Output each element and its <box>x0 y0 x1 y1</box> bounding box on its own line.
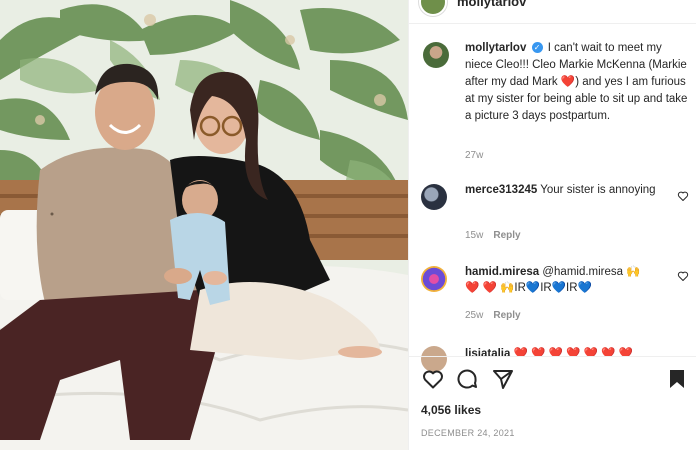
comment-username[interactable]: lisiatalia <box>465 348 510 356</box>
send-icon[interactable] <box>491 367 515 391</box>
caption-timestamp[interactable]: 27w <box>465 150 483 161</box>
likes-count[interactable]: 4,056 likes <box>421 403 481 417</box>
comment-icon[interactable] <box>455 367 479 391</box>
comment: lisiatalia ❤️ ❤️ ❤️ ❤️ ❤️ ❤️ ❤️ <box>465 346 671 356</box>
post-header: mollytarlov <box>409 0 696 24</box>
post-photo[interactable] <box>0 0 408 450</box>
family-photo-illustration <box>0 0 408 450</box>
emoji: 💙 <box>551 282 567 294</box>
bookmark-icon[interactable] <box>665 367 689 391</box>
post-details-panel: mollytarlov mollytarlov ✓ I can't wait t… <box>408 0 696 450</box>
comment-text: Your sister is annoying <box>540 184 656 196</box>
heart-emoji: ❤️ <box>560 76 576 88</box>
emoji: ❤️ <box>482 282 497 294</box>
comment-avatar[interactable] <box>421 184 447 210</box>
comment-text: ❤️ ❤️ ❤️ ❤️ ❤️ ❤️ ❤️ <box>513 348 633 356</box>
caption-avatar[interactable] <box>423 42 449 68</box>
post-date[interactable]: DECEMBER 24, 2021 <box>421 428 515 438</box>
post-caption: mollytarlov ✓ I can't wait to meet my ni… <box>465 40 691 125</box>
emoji: 💙 <box>577 282 592 294</box>
comment: hamid.miresa @hamid.miresa 🙌 ❤️ ❤️ 🙌IR💙I… <box>465 264 671 296</box>
emoji-flag-text: IR <box>514 282 526 294</box>
reply-button[interactable]: Reply <box>493 230 520 241</box>
comment-meta: 15w Reply <box>465 230 521 241</box>
heart-icon[interactable] <box>421 367 445 391</box>
action-bar: 4,056 likes DECEMBER 24, 2021 <box>409 356 696 450</box>
emoji: 🙌 <box>500 282 515 294</box>
comment-avatar[interactable] <box>421 266 447 292</box>
reply-button[interactable]: Reply <box>493 310 520 321</box>
verified-badge-icon: ✓ <box>531 42 543 54</box>
comment-username[interactable]: hamid.miresa <box>465 266 539 278</box>
comment-text: @hamid.miresa 🙌 <box>542 266 641 278</box>
header-avatar[interactable] <box>419 0 447 16</box>
emoji: 💙 <box>525 282 541 294</box>
emoji-flag-text: IR <box>540 282 552 294</box>
comment-timestamp[interactable]: 25w <box>465 310 483 321</box>
comment-timestamp[interactable]: 15w <box>465 230 483 241</box>
emoji: ❤️ <box>465 282 480 294</box>
caption-username[interactable]: mollytarlov <box>465 42 526 54</box>
comment-meta: 25w Reply <box>465 310 521 321</box>
header-username[interactable]: mollytarlov <box>457 0 526 9</box>
comment-username[interactable]: merce313245 <box>465 184 537 196</box>
emoji-flag-text: IR <box>566 282 578 294</box>
comment-like-heart-icon[interactable] <box>677 270 689 282</box>
comment-like-heart-icon[interactable] <box>677 190 689 202</box>
comment: merce313245 Your sister is annoying <box>465 182 671 198</box>
